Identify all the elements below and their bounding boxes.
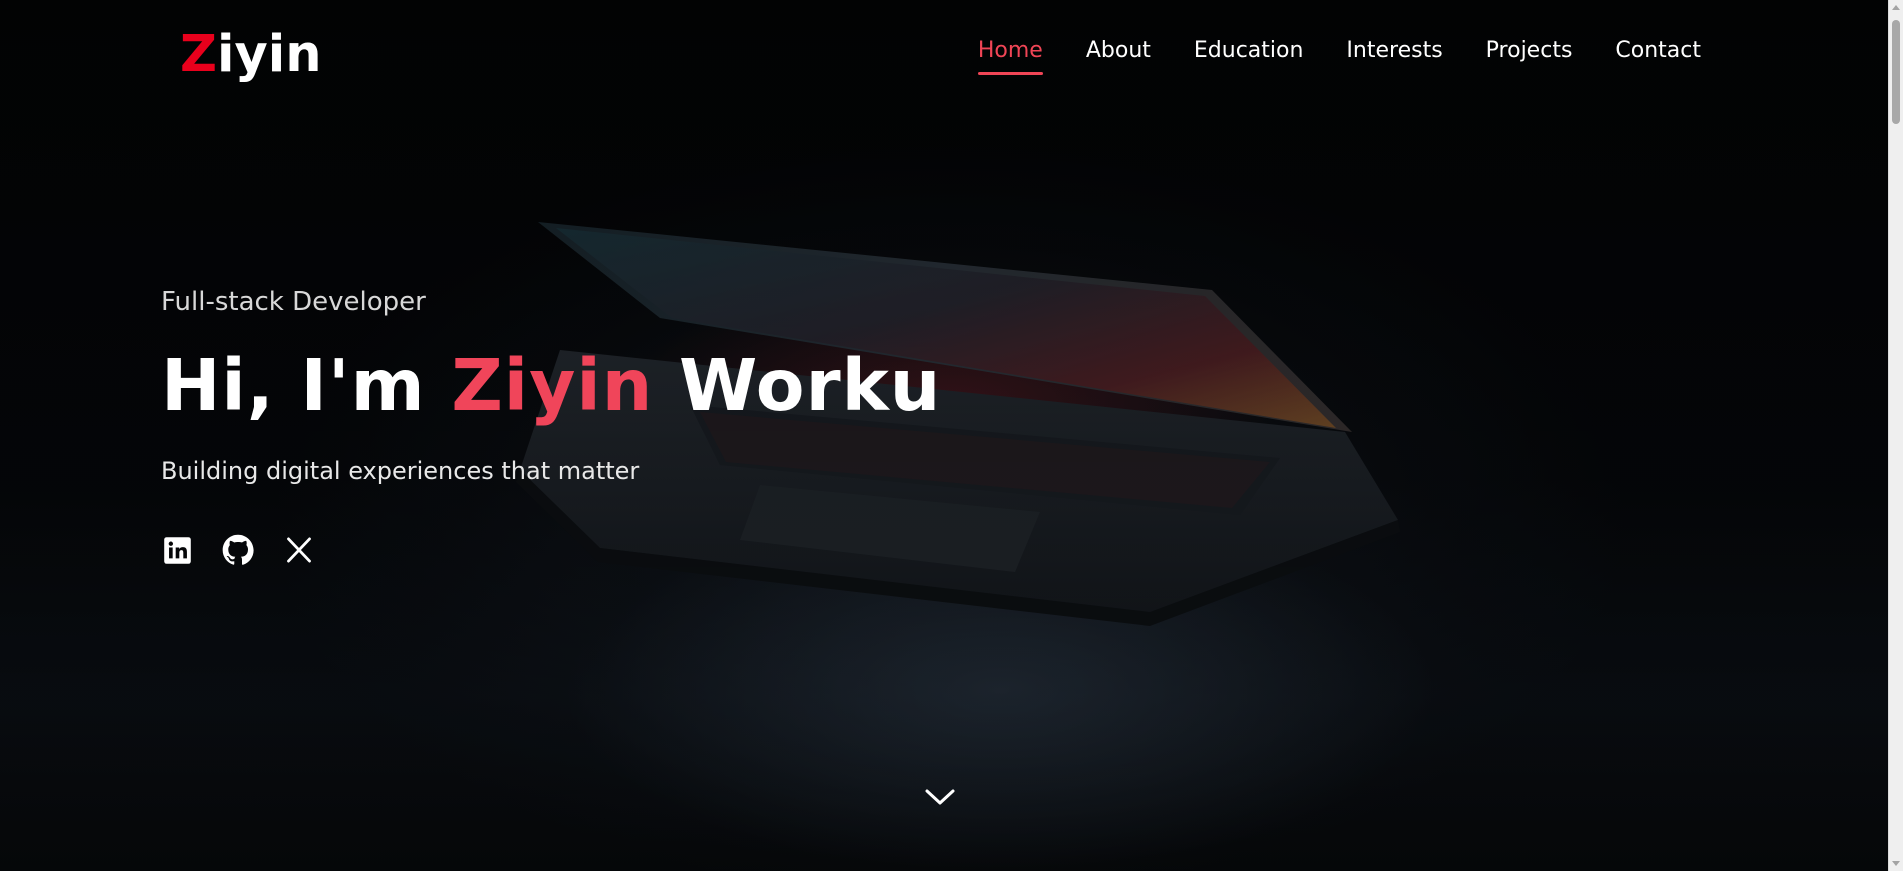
portfolio-page: Ziyin Home About Education Interests Pro… [0, 0, 1903, 871]
hero-tagline: Building digital experiences that matter [161, 457, 640, 485]
hero-greeting: Hi, I'm [161, 344, 426, 427]
site-logo[interactable]: Ziyin [180, 22, 322, 88]
social-links [161, 534, 941, 566]
x-icon[interactable] [283, 534, 315, 566]
hero-content: Full-stack Developer Hi, I'm Ziyin Worku… [161, 282, 941, 566]
logo-first-letter: Z [180, 25, 217, 84]
hero-role: Full-stack Developer [161, 287, 426, 317]
github-icon[interactable] [222, 534, 254, 566]
scroll-up-arrow-icon[interactable] [1892, 5, 1900, 10]
main-nav: Home About Education Interests Projects … [935, 38, 1701, 75]
nav-item-education[interactable]: Education [1194, 38, 1304, 75]
scroll-down-arrow-icon[interactable] [1892, 861, 1900, 866]
logo-rest: iyin [216, 25, 322, 84]
chevron-down-icon[interactable] [923, 782, 957, 810]
hero-headline: Hi, I'm Ziyin Worku [161, 338, 941, 434]
scroll-thumb[interactable] [1892, 20, 1900, 124]
nav-item-home[interactable]: Home [977, 38, 1043, 75]
page-scrollbar[interactable] [1888, 0, 1903, 871]
nav-item-contact[interactable]: Contact [1615, 38, 1701, 75]
hero-first-name: Ziyin [451, 344, 654, 427]
nav-item-interests[interactable]: Interests [1346, 38, 1442, 75]
nav-item-projects[interactable]: Projects [1486, 38, 1573, 75]
nav-item-about[interactable]: About [1086, 38, 1151, 75]
site-header: Ziyin Home About Education Interests Pro… [0, 0, 1888, 114]
linkedin-icon[interactable] [161, 534, 193, 566]
hero-last-name: Worku [679, 344, 942, 427]
